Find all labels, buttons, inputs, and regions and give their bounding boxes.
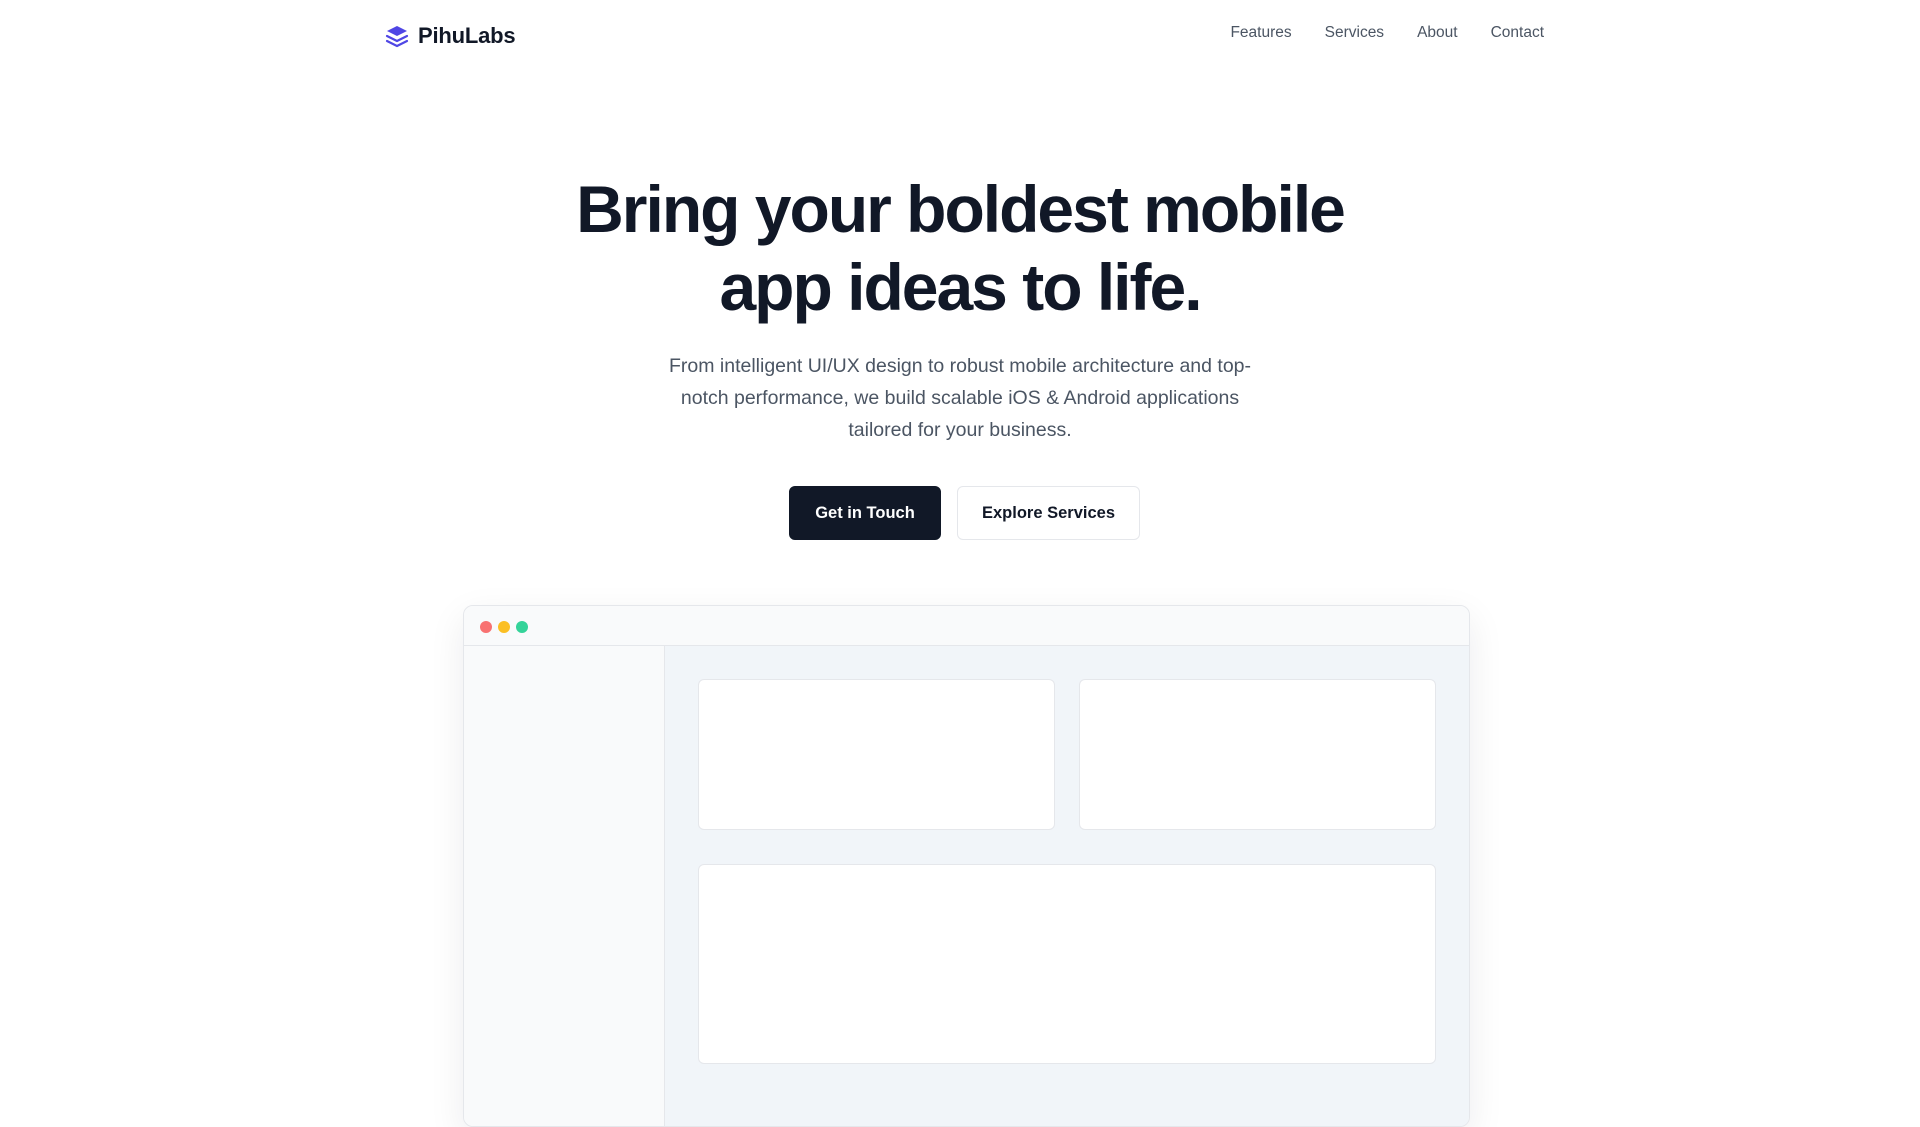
site-header: PihuLabs Features Services About Contact [0, 0, 1920, 72]
window-minimize-dot-icon [498, 621, 510, 633]
hero-title: Bring your boldest mobile app ideas to li… [560, 170, 1360, 326]
hero-title-line-2: app ideas to life. [719, 250, 1202, 324]
explore-services-button[interactable]: Explore Services [957, 486, 1140, 540]
hero-title-line-1: Bring your boldest mobile [576, 172, 1346, 246]
nav-link-contact[interactable]: Contact [1491, 24, 1544, 42]
nav-link-about[interactable]: About [1417, 24, 1458, 42]
nav-link-services[interactable]: Services [1325, 24, 1384, 42]
window-maximize-dot-icon [516, 621, 528, 633]
nav-link-features[interactable]: Features [1230, 24, 1291, 42]
window-close-dot-icon [480, 621, 492, 633]
window-titlebar [464, 606, 1469, 646]
preview-main-area [665, 646, 1469, 1126]
app-preview-window [463, 605, 1470, 1127]
cta-group: Get in Touch Explore Services [789, 486, 1140, 540]
main-nav: Features Services About Contact [1230, 24, 1544, 42]
brand-logo-link[interactable]: PihuLabs [384, 22, 516, 50]
preview-card [1079, 679, 1436, 830]
hero-subtitle: From intelligent UI/UX design to robust … [668, 355, 1252, 441]
get-in-touch-button[interactable]: Get in Touch [789, 486, 941, 540]
layers-icon [384, 23, 410, 49]
preview-sidebar [464, 646, 665, 1126]
preview-card [698, 679, 1055, 830]
brand-name: PihuLabs [418, 23, 516, 48]
preview-wide-card [698, 864, 1436, 1064]
